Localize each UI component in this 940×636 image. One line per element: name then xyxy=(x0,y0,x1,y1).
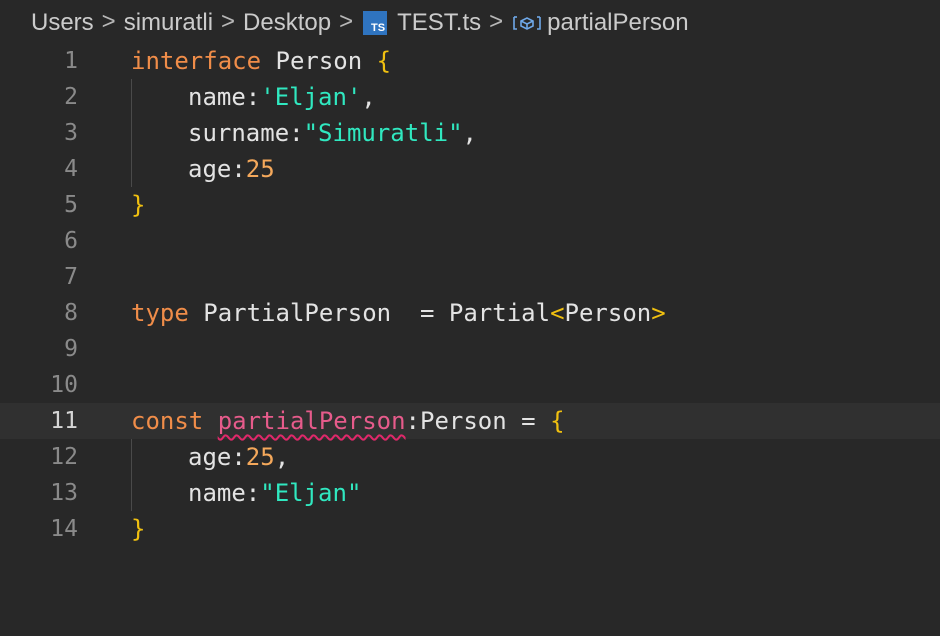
code-line[interactable]: 4 age:25 xyxy=(0,151,940,187)
angle-bracket-token: > xyxy=(651,299,666,327)
code-line[interactable]: 10 xyxy=(0,367,940,403)
brace-token: { xyxy=(376,47,392,75)
operator-token: = xyxy=(420,299,435,327)
code-line[interactable]: 8 type PartialPerson = Partial<Person> xyxy=(0,295,940,331)
code-line[interactable]: 6 xyxy=(0,223,940,259)
keyword-token: const xyxy=(131,407,204,435)
number-token: 25 xyxy=(245,155,275,183)
keyword-token: interface xyxy=(131,47,262,75)
chevron-right-icon: > xyxy=(339,8,354,35)
line-number[interactable]: 5 xyxy=(8,187,78,223)
line-code[interactable]: interface Person { xyxy=(131,43,391,79)
brace-token: } xyxy=(131,191,146,219)
property-token: name: xyxy=(188,479,261,507)
punctuation-token: , xyxy=(462,119,477,147)
code-line[interactable]: 7 xyxy=(0,259,940,295)
variable-symbol-icon xyxy=(513,16,541,30)
punctuation-token: : xyxy=(405,407,420,435)
line-code[interactable]: const partialPerson:Person = { xyxy=(131,403,565,439)
line-number[interactable]: 3 xyxy=(8,115,78,151)
code-line[interactable]: 13 name:"Eljan" xyxy=(0,475,940,511)
code-line[interactable]: 1 interface Person { xyxy=(0,43,940,79)
line-number[interactable]: 13 xyxy=(8,475,78,511)
code-line-current[interactable]: 11 const partialPerson:Person = { xyxy=(0,403,940,439)
breadcrumb-item-simuratli[interactable]: simuratli xyxy=(124,9,213,37)
typescript-file-icon: TS xyxy=(363,11,388,35)
line-number[interactable]: 12 xyxy=(8,439,78,475)
property-token: name: xyxy=(188,83,261,111)
brace-token: } xyxy=(131,515,146,543)
line-code[interactable]: } xyxy=(131,187,145,223)
breadcrumb-item-users[interactable]: Users xyxy=(31,9,94,37)
code-line[interactable]: 2 name:'Eljan', xyxy=(0,79,940,115)
type-token: Person xyxy=(420,407,507,435)
chevron-right-icon: > xyxy=(489,8,504,35)
line-number[interactable]: 6 xyxy=(8,223,78,259)
angle-bracket-token: < xyxy=(550,299,565,327)
line-code[interactable]: name:"Eljan" xyxy=(131,475,361,511)
punctuation-token: , xyxy=(274,443,290,471)
line-number[interactable]: 11 xyxy=(8,403,78,439)
identifier-token: Person xyxy=(275,47,363,75)
string-token: "Eljan" xyxy=(260,479,362,507)
breadcrumb-item-file[interactable]: TEST.ts xyxy=(397,9,481,37)
operator-token: = xyxy=(521,407,536,435)
breadcrumb-item-desktop[interactable]: Desktop xyxy=(243,9,331,37)
line-number[interactable]: 1 xyxy=(8,43,78,79)
brace-token: { xyxy=(550,407,565,435)
chevron-right-icon: > xyxy=(221,8,236,35)
property-token: age: xyxy=(188,155,246,183)
punctuation-token: , xyxy=(361,83,376,111)
line-number[interactable]: 14 xyxy=(8,511,78,547)
code-line[interactable]: 9 xyxy=(0,331,940,367)
breadcrumb-item-symbol[interactable]: partialPerson xyxy=(547,9,688,37)
number-token: 25 xyxy=(245,443,275,471)
code-line[interactable]: 5 } xyxy=(0,187,940,223)
code-lines[interactable]: 1 interface Person { 2 name:'Eljan', 3 s… xyxy=(0,43,940,547)
line-code[interactable]: type PartialPerson = Partial<Person> xyxy=(131,295,666,331)
property-token: age: xyxy=(188,443,246,471)
code-line[interactable]: 3 surname:"Simuratli", xyxy=(0,115,940,151)
identifier-token: PartialPerson xyxy=(203,299,392,327)
line-number[interactable]: 8 xyxy=(8,295,78,331)
line-code[interactable]: surname:"Simuratli", xyxy=(131,115,477,151)
code-line[interactable]: 12 age:25, xyxy=(0,439,940,475)
keyword-token: type xyxy=(131,299,189,327)
line-code[interactable]: } xyxy=(131,511,145,547)
breadcrumb: Users > simuratli > Desktop > TS TEST.ts… xyxy=(31,4,689,42)
line-number[interactable]: 7 xyxy=(8,259,78,295)
line-number[interactable]: 2 xyxy=(8,79,78,115)
line-number[interactable]: 10 xyxy=(8,367,78,403)
line-code[interactable]: age:25, xyxy=(131,439,289,475)
identifier-token: Partial xyxy=(448,299,551,327)
line-number[interactable]: 4 xyxy=(8,151,78,187)
chevron-right-icon: > xyxy=(101,8,116,35)
string-token: "Simuratli" xyxy=(303,119,463,147)
line-number[interactable]: 9 xyxy=(8,331,78,367)
line-code[interactable]: name:'Eljan', xyxy=(131,79,376,115)
identifier-token: Person xyxy=(564,299,652,327)
error-squiggle-identifier[interactable]: partialPerson xyxy=(218,407,406,435)
property-token: surname: xyxy=(188,119,304,147)
typescript-file-icon-label: TS xyxy=(371,22,386,34)
code-editor[interactable]: Users > simuratli > Desktop > TS TEST.ts… xyxy=(0,0,940,636)
line-code[interactable]: age:25 xyxy=(131,151,275,187)
string-token: 'Eljan' xyxy=(260,83,362,111)
code-line[interactable]: 14 } xyxy=(0,511,940,547)
